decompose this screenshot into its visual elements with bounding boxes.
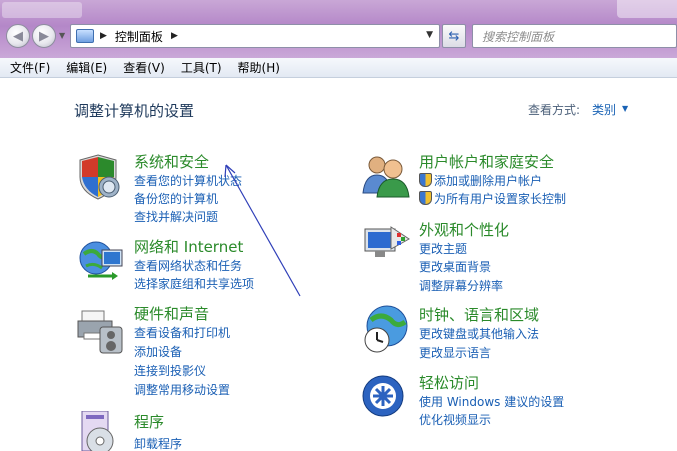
link-homegroup-sharing[interactable]: 选择家庭组和共享选项 bbox=[134, 275, 254, 292]
control-panel-icon bbox=[76, 29, 94, 43]
breadcrumb-chevron-icon[interactable]: ▶ bbox=[171, 31, 178, 41]
link-change-theme[interactable]: 更改主题 bbox=[419, 240, 467, 257]
menu-help[interactable]: 帮助(H) bbox=[230, 59, 288, 76]
refresh-button[interactable]: ⇆ bbox=[442, 24, 466, 48]
address-bar[interactable]: ▶ 控制面板 ▶ ▼ bbox=[70, 24, 440, 48]
link-connect-projector[interactable]: 连接到投影仪 bbox=[134, 362, 206, 379]
view-by-dropdown-icon[interactable]: ▼ bbox=[622, 104, 628, 113]
category-heading-users[interactable]: 用户帐户和家庭安全 bbox=[419, 151, 554, 172]
menu-file[interactable]: 文件(F) bbox=[0, 59, 58, 76]
programs-icon[interactable] bbox=[76, 411, 128, 451]
monitor-palette-icon[interactable] bbox=[361, 219, 413, 271]
category-heading-clock[interactable]: 时钟、语言和区域 bbox=[419, 304, 539, 325]
link-add-remove-accounts[interactable]: 添加或删除用户帐户 bbox=[419, 172, 542, 189]
back-button[interactable]: ◀ bbox=[6, 24, 30, 48]
category-heading-system[interactable]: 系统和安全 bbox=[134, 151, 209, 172]
menu-bar: 文件(F) 编辑(E) 查看(V) 工具(T) 帮助(H) bbox=[0, 58, 677, 78]
link-troubleshoot[interactable]: 查找并解决问题 bbox=[134, 208, 218, 225]
menu-view[interactable]: 查看(V) bbox=[115, 59, 173, 76]
main-content: 调整计算机的设置 查看方式: 类别 ▼ 系统和安全 查看您的计算机状态 备份您的… bbox=[0, 79, 677, 451]
link-view-computer-status[interactable]: 查看您的计算机状态 bbox=[134, 172, 242, 189]
menu-edit[interactable]: 编辑(E) bbox=[58, 59, 115, 76]
users-icon[interactable] bbox=[361, 151, 413, 203]
category-heading-appearance[interactable]: 外观和个性化 bbox=[419, 219, 509, 240]
link-add-device[interactable]: 添加设备 bbox=[134, 343, 182, 360]
forward-button[interactable]: ▶ bbox=[32, 24, 56, 48]
link-backup-computer[interactable]: 备份您的计算机 bbox=[134, 190, 218, 207]
printer-icon[interactable] bbox=[76, 303, 128, 355]
page-title: 调整计算机的设置 bbox=[74, 102, 195, 120]
window-title-area bbox=[2, 2, 82, 18]
link-mobility-settings[interactable]: 调整常用移动设置 bbox=[134, 381, 230, 398]
link-screen-resolution[interactable]: 调整屏幕分辨率 bbox=[419, 277, 503, 294]
link-desktop-background[interactable]: 更改桌面背景 bbox=[419, 258, 491, 275]
category-heading-programs[interactable]: 程序 bbox=[134, 411, 164, 432]
accessibility-icon[interactable] bbox=[361, 372, 413, 424]
address-dropdown-icon[interactable]: ▼ bbox=[426, 30, 433, 40]
link-optimize-video[interactable]: 优化视频显示 bbox=[419, 411, 491, 428]
link-view-network-status[interactable]: 查看网络状态和任务 bbox=[134, 257, 242, 274]
arrow-right-icon: ▶ bbox=[39, 28, 49, 44]
link-parental-controls[interactable]: 为所有用户设置家长控制 bbox=[419, 190, 566, 207]
search-placeholder: 搜索控制面板 bbox=[482, 29, 555, 44]
shield-icon[interactable] bbox=[76, 151, 128, 203]
category-heading-hardware[interactable]: 硬件和声音 bbox=[134, 303, 209, 324]
category-heading-ease[interactable]: 轻松访问 bbox=[419, 372, 479, 393]
search-input[interactable]: 搜索控制面板 bbox=[472, 24, 677, 48]
breadcrumb-chevron-icon[interactable]: ▶ bbox=[100, 31, 107, 41]
refresh-icon: ⇆ bbox=[448, 28, 460, 44]
menu-tools[interactable]: 工具(T) bbox=[173, 59, 230, 76]
link-windows-recommended[interactable]: 使用 Windows 建议的设置 bbox=[419, 393, 564, 410]
view-by-dropdown[interactable]: 类别 bbox=[592, 101, 616, 118]
link-devices-printers[interactable]: 查看设备和打印机 bbox=[134, 324, 230, 341]
recent-pages-dropdown-icon[interactable]: ▼ bbox=[59, 31, 65, 40]
link-keyboard-input[interactable]: 更改键盘或其他输入法 bbox=[419, 325, 539, 342]
link-uninstall-program[interactable]: 卸载程序 bbox=[134, 435, 182, 451]
link-display-language[interactable]: 更改显示语言 bbox=[419, 344, 491, 361]
breadcrumb-control-panel[interactable]: 控制面板 bbox=[115, 28, 163, 45]
network-globe-icon[interactable] bbox=[76, 236, 128, 288]
title-bar: ◀ ▶ ▼ ▶ 控制面板 ▶ ▼ ⇆ 搜索控制面板 bbox=[0, 0, 677, 58]
arrow-left-icon: ◀ bbox=[13, 28, 23, 44]
clock-globe-icon[interactable] bbox=[361, 304, 413, 356]
window-controls[interactable] bbox=[617, 0, 677, 18]
category-heading-network[interactable]: 网络和 Internet bbox=[134, 236, 243, 257]
view-by-label: 查看方式: bbox=[528, 103, 581, 117]
